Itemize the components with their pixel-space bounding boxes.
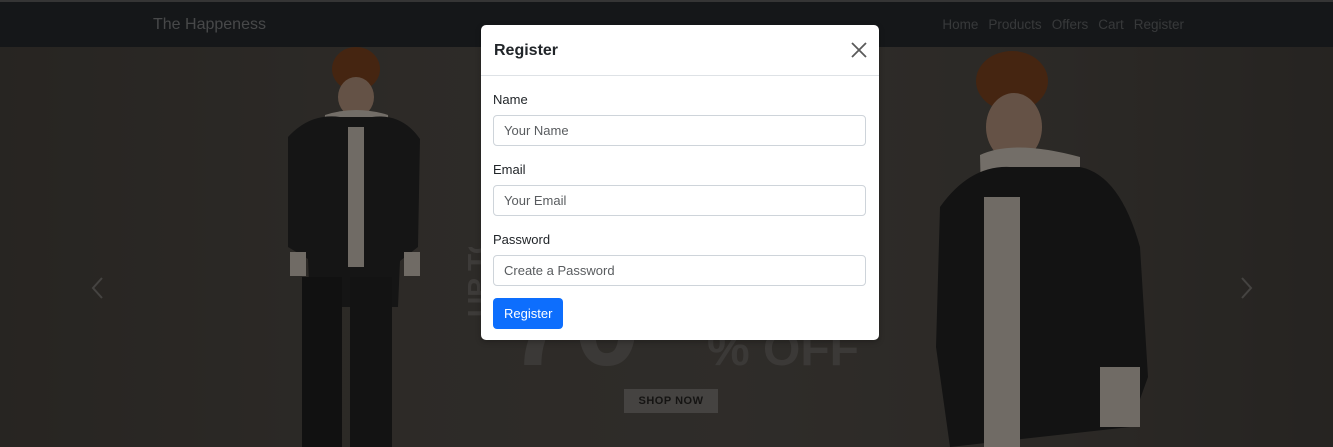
email-field-group: Email <box>493 162 866 216</box>
name-field-group: Name <box>493 92 866 146</box>
register-modal: Register Name Email Password Register <box>481 25 879 340</box>
password-field-group: Password <box>493 232 866 286</box>
password-label: Password <box>493 232 551 247</box>
email-input[interactable] <box>493 185 866 216</box>
modal-header: Register <box>481 25 879 76</box>
name-input[interactable] <box>493 115 866 146</box>
close-icon[interactable] <box>849 40 869 60</box>
modal-title: Register <box>494 42 559 59</box>
register-submit-button[interactable]: Register <box>493 298 564 329</box>
email-label: Email <box>493 162 526 177</box>
name-label: Name <box>493 92 528 107</box>
modal-body: Name Email Password Register <box>481 76 879 329</box>
password-input[interactable] <box>493 255 866 286</box>
